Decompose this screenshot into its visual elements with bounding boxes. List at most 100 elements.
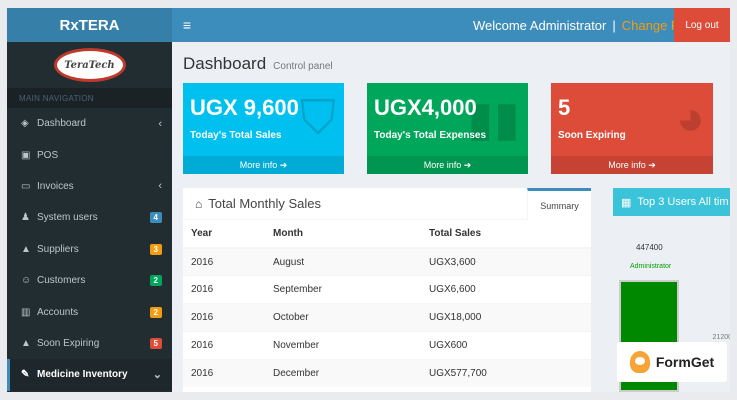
stat-label: Soon Expiring [558,130,626,141]
users-icon: ♟ [21,212,30,224]
monthly-sales-panel: ⌂ Total Monthly Sales Summary Year Month… [183,188,591,392]
stat-box-sales: ⛉ UGX 9,600 Today's Total Sales More inf… [183,83,344,174]
tab-summary[interactable]: Summary [527,188,591,220]
bar-value-label: 447400 [636,243,663,252]
column-header: Total Sales [421,220,591,249]
sidebar: RxTERA TeraTech MAIN NAVIGATION ◈ Dashbo… [7,8,172,392]
count-badge: 3 [149,243,162,255]
pos-icon: ▣ [21,149,31,161]
separator: | [612,17,616,33]
table-row: 2016 August UGX3,600 [183,247,591,276]
watermark-text: FormGet [655,354,715,370]
stat-value: UGX 9,600 [190,95,299,120]
bank-icon: ▥ [21,306,31,318]
more-info-link[interactable]: More info ➔ [183,156,344,174]
column-header: Year [183,220,265,249]
more-info-link[interactable]: More info ➔ [367,156,528,174]
main-content: Dashboard Control panel ⛉ UGX 9,600 Toda… [172,42,730,392]
formget-watermark: FormGet [617,342,727,382]
bar-value-label: 21200 [712,334,730,341]
menu-toggle-icon[interactable]: ≡ [172,17,202,33]
inventory-icon: ✎ [21,369,30,381]
table-cell: 2016 [183,275,265,304]
sidebar-item-pos[interactable]: ▣ POS [7,139,172,170]
content-header: Dashboard Control panel [183,54,333,74]
table-cell: October [265,303,421,332]
table-cell: September [265,275,421,304]
sidebar-item-customers[interactable]: ☺ Customers 2 [7,265,172,296]
count-badge: 4 [149,212,162,224]
more-info-link[interactable]: More info ➔ [551,156,713,174]
column-header: Month [265,220,421,249]
app-window: RxTERA TeraTech MAIN NAVIGATION ◈ Dashbo… [7,8,730,392]
sidebar-item-label: Soon Expiring [37,337,100,349]
sidebar-item-label: Customers [37,275,86,287]
stat-label: Today's Total Sales [190,130,282,141]
chart-icon: ▲ [21,243,31,255]
top-users-header: ▦ Top 3 Users All tim [613,188,730,216]
sidebar-item-label: Medicine Inventory [37,369,128,381]
stat-value: UGX4,000 [374,95,477,120]
sidebar-item-dashboard[interactable]: ◈ Dashboard ‹ [7,108,172,139]
logout-button[interactable]: Log out [674,8,730,42]
sidebar-item-soon-expiring[interactable]: ▲ Soon Expiring 5 [7,328,172,359]
warning-icon: ▲ [21,337,31,349]
table-cell: UGX6,600 [421,275,591,304]
table-cell: UGX577,700 [421,358,591,387]
company-logo-area: TeraTech [7,42,172,88]
table-cell: August [265,247,421,276]
bar-name-label: Administrator [630,263,672,270]
company-logo: TeraTech [53,48,126,82]
sidebar-item-label: Suppliers [37,243,79,255]
sidebar-item-label: Invoices [37,180,74,192]
shopping-bag-icon: ⛉ [299,92,336,145]
table-row: 2016 September UGX6,600 [183,275,591,304]
chevron-left-icon: ‹ [158,117,162,130]
page-subtitle: Control panel [273,61,333,72]
top-users-title: Top 3 Users All tim [637,196,729,208]
sidebar-item-invoices[interactable]: ▭ Invoices ‹ [7,171,172,202]
formget-logo-icon [629,351,650,373]
sidebar-item-suppliers[interactable]: ▲ Suppliers 3 [7,234,172,265]
welcome-text: Welcome Administrator [472,17,607,33]
sidebar-item-accounts[interactable]: ▥ Accounts 2 [7,296,172,327]
count-badge: 2 [149,306,162,318]
panel-header: ⌂ Total Monthly Sales Summary [183,188,591,220]
count-badge: 5 [149,337,162,349]
sidebar-item-system-users[interactable]: ♟ System users 4 [7,202,172,233]
panel-title: Total Monthly Sales [208,196,321,211]
smile-icon: ☺ [21,275,32,287]
table-cell: 2016 [183,330,265,360]
table-cell: December [265,358,421,387]
sidebar-item-medicine-inventory[interactable]: ✎ Medicine Inventory ⌄ [7,359,172,391]
top-navbar: ≡ Welcome Administrator | Change Passwor… [172,8,730,42]
page-title: Dashboard [183,54,267,73]
stat-label: Today's Total Expenses [374,130,487,141]
stat-box-expenses: ▮▮ UGX4,000 Today's Total Expenses More … [367,83,528,174]
sales-table: Year Month Total Sales 2016 August UGX3,… [183,220,591,387]
sidebar-item-label: POS [37,149,59,161]
table-header-row: Year Month Total Sales [183,220,591,249]
stat-value: 5 [558,95,571,120]
brand-logo[interactable]: RxTERA [7,8,172,42]
grid-icon: ▦ [621,196,632,209]
sidebar-item-label: System users [37,212,98,224]
table-row: 2016 November UGX600 [183,330,591,360]
pie-chart-icon: ◕ [676,92,705,145]
table-row: 2016 December UGX577,700 [183,358,591,387]
invoice-icon: ▭ [21,180,31,192]
nav-header: MAIN NAVIGATION [7,88,172,108]
table-cell: UGX18,000 [421,303,591,332]
table-row: 2016 October UGX18,000 [183,303,591,332]
sidebar-item-label: Accounts [37,306,79,318]
chevron-down-icon: ⌄ [152,369,162,382]
stat-box-expiring: ◕ 5 Soon Expiring More info ➔ [551,83,713,174]
table-cell: 2016 [183,303,265,332]
sidebar-item-label: Dashboard [37,118,86,130]
table-cell: UGX3,600 [421,247,591,276]
chevron-left-icon: ‹ [158,180,162,193]
inbox-icon: ⌂ [195,196,203,211]
dashboard-icon: ◈ [21,118,29,130]
count-badge: 2 [149,275,162,287]
table-cell: UGX600 [421,330,591,360]
